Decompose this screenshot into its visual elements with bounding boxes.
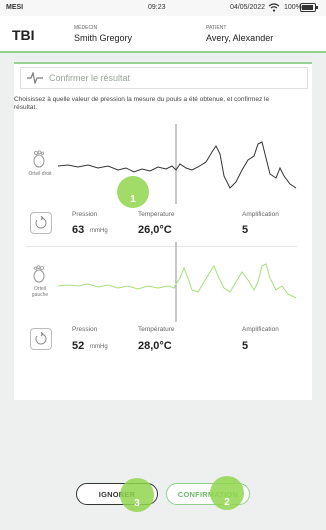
rotate-icon xyxy=(35,216,47,229)
foot-icon xyxy=(33,150,45,168)
header-divider xyxy=(0,51,326,53)
battery-icon xyxy=(300,3,318,12)
doctor-name: Smith Gregory xyxy=(74,33,133,43)
marker-3: 3 xyxy=(120,478,154,512)
marker-2: 2 xyxy=(210,476,244,510)
temperature-label: Température xyxy=(138,326,175,333)
pressure-unit: mmHg xyxy=(90,344,108,350)
card-title: Confirmer le résultat xyxy=(49,73,131,83)
pulse-trace-right[interactable] xyxy=(58,124,298,204)
toe-site-label: Orteil gauche xyxy=(31,286,49,298)
toe-site-label: Orteil droit xyxy=(28,171,52,177)
marker-1: 1 xyxy=(117,176,149,208)
pulse-trace-left[interactable] xyxy=(58,242,298,322)
patient-label: PATIENT xyxy=(206,25,227,31)
amplification-value: 5 xyxy=(242,340,249,352)
amplification-label: Amplification xyxy=(242,211,279,218)
rotate-icon xyxy=(35,332,47,345)
card-title-bar: Confirmer le résultat xyxy=(20,67,308,89)
amplification-label: Amplification xyxy=(242,326,279,333)
pressure-label: Pression xyxy=(72,326,98,333)
app-title: TBI xyxy=(12,27,35,43)
pressure-unit: mmHg xyxy=(90,228,108,234)
app-header: TBI MÉDECIN Smith Gregory PATIENT Avery,… xyxy=(0,16,326,53)
status-date: 04/05/2022 xyxy=(230,4,266,11)
temperature-value: 28,0°C xyxy=(138,340,172,352)
pressure-label: Pression xyxy=(72,211,98,218)
temperature-label: Température xyxy=(138,211,175,218)
rotate-button[interactable] xyxy=(30,212,52,234)
pulse-wave-icon xyxy=(27,72,43,84)
doctor-label: MÉDECIN xyxy=(74,25,98,31)
pulse-waveform xyxy=(58,263,297,299)
instruction-text: Choisissez à quelle valeur de pression l… xyxy=(14,96,270,111)
patient-name: Avery, Alexander xyxy=(206,33,274,43)
card-accent-line xyxy=(14,62,312,64)
carrier-label: MESI xyxy=(6,4,24,11)
wifi-icon xyxy=(268,3,280,12)
pulse-waveform xyxy=(58,141,297,189)
amplification-value: 5 xyxy=(242,224,249,236)
pressure-value: 63 xyxy=(72,224,85,236)
pressure-value: 52 xyxy=(72,340,85,352)
foot-icon xyxy=(33,265,45,283)
temperature-value: 26,0°C xyxy=(138,224,172,236)
status-bar: MESI 09:23 04/05/2022 100% xyxy=(0,0,326,16)
rotate-button[interactable] xyxy=(30,328,52,350)
clock: 09:23 xyxy=(148,4,166,11)
